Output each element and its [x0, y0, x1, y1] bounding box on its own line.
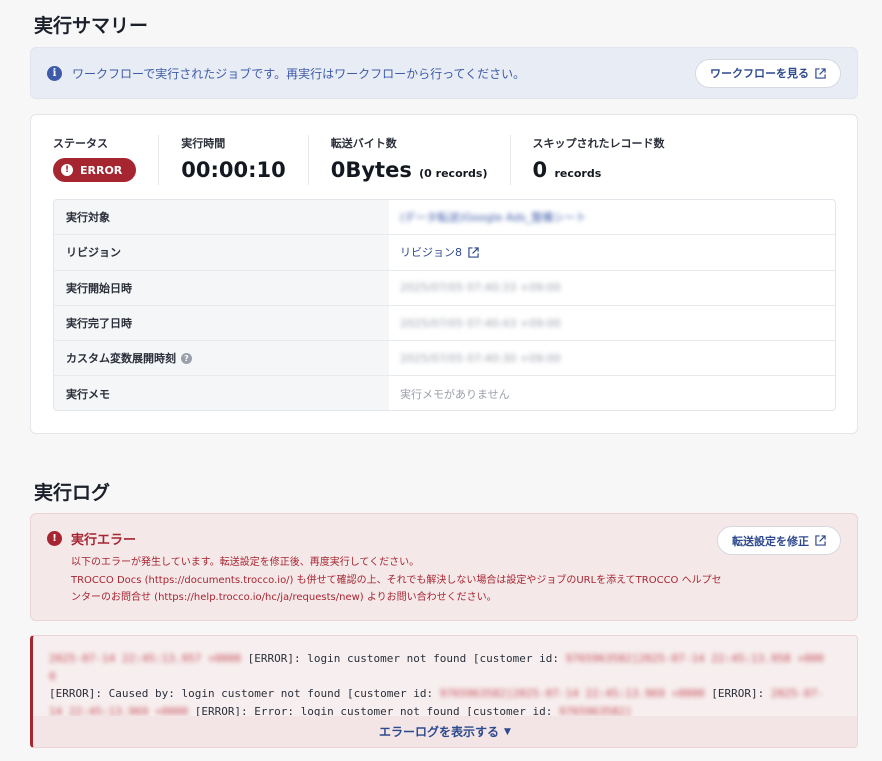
- bytes-value-wrap: 0Bytes (0 records): [331, 157, 488, 187]
- table-row: リビジョン リビジョン8: [54, 235, 835, 271]
- table-row: 実行完了日時 2025/07/05 07:40:43 +09:00: [54, 305, 835, 342]
- info-icon: i: [47, 65, 62, 81]
- table-row: カスタム変数展開時刻? 2025/07/05 07:40:30 +09:00: [54, 341, 835, 377]
- error-line-1: 以下のエラーが発生しています。転送設定を修正後、再度実行してください。: [71, 557, 420, 568]
- status-value: ERROR: [80, 163, 123, 177]
- detail-key: 実行メモ: [54, 376, 389, 410]
- help-icon[interactable]: ?: [181, 352, 192, 364]
- skipped-unit: records: [554, 167, 602, 180]
- table-row: 実行開始日時 2025/07/05 07:40:33 +09:00: [54, 270, 835, 306]
- stat-skipped: スキップされたレコード数 0 records: [533, 135, 687, 185]
- bytes-records: (0 records): [419, 167, 488, 180]
- end-time-value: 2025/07/05 07:40:43 +09:00: [400, 316, 561, 330]
- error-line-2: TROCCO Docs (https://documents.trocco.io…: [71, 574, 722, 604]
- log-message: [ERROR]: login customer not found [custo…: [241, 652, 566, 665]
- table-row: 実行対象 (データ転送)Google Ads_整備シート: [54, 200, 835, 236]
- info-banner: i ワークフローで実行されたジョブです。再実行はワークフローから行ってください。…: [30, 47, 858, 99]
- target-link[interactable]: (データ転送)Google Ads_整備シート: [400, 209, 586, 225]
- duration-value: 00:00:10: [181, 158, 286, 182]
- detail-key: カスタム変数展開時刻?: [54, 341, 389, 376]
- bytes-label: 転送バイト数: [330, 137, 397, 150]
- view-workflow-button[interactable]: ワークフローを見る: [695, 58, 841, 88]
- log-message: [ERROR]: Caused by: login customer not f…: [49, 687, 440, 700]
- custom-var-time-value: 2025/07/05 07:40:30 +09:00: [400, 351, 561, 365]
- detail-key: 実行完了日時: [54, 305, 389, 341]
- stat-status: ステータス ! ERROR: [53, 135, 160, 185]
- chevron-down-icon: ▼: [504, 726, 511, 737]
- revision-label: リビジョン8: [400, 246, 462, 260]
- skipped-value-wrap: 0 records: [533, 157, 665, 187]
- view-workflow-label: ワークフローを見る: [710, 67, 809, 80]
- detail-key-label: カスタム変数展開時刻: [66, 352, 176, 366]
- external-link-icon: [815, 535, 826, 546]
- status-label: ステータス: [53, 137, 108, 150]
- summary-title: 実行サマリー: [34, 15, 149, 37]
- external-link-icon: [815, 67, 826, 79]
- duration-label: 実行時間: [181, 137, 226, 150]
- bytes-value: 0Bytes: [330, 158, 412, 182]
- details-table: 実行対象 (データ転送)Google Ads_整備シート リビジョン リビジョン…: [53, 199, 836, 411]
- detail-key: リビジョン: [54, 235, 389, 270]
- error-body: 以下のエラーが発生しています。転送設定を修正後、再度実行してください。 TROC…: [71, 554, 731, 607]
- start-time-value: 2025/07/05 07:40:33 +09:00: [400, 281, 561, 295]
- show-log-label: エラーログを表示する: [379, 725, 500, 739]
- error-banner: ! 実行エラー 以下のエラーが発生しています。転送設定を修正後、再度実行してくだ…: [30, 513, 858, 621]
- external-link-icon: [468, 247, 479, 258]
- log-id: 9765963582]2025-07-14 22:45:13.969 +0000: [439, 687, 705, 700]
- detail-key: 実行開始日時: [54, 270, 389, 305]
- detail-key: 実行対象: [54, 200, 389, 235]
- status-badge: ! ERROR: [53, 158, 137, 182]
- revision-link[interactable]: リビジョン8: [400, 244, 479, 260]
- log-text: 2025-07-14 22:45:13.957 +0000 [ERROR]: l…: [49, 650, 824, 720]
- fix-config-button[interactable]: 転送設定を修正: [717, 526, 841, 555]
- table-row: 実行メモ 実行メモがありません: [54, 376, 835, 410]
- log-timestamp: 2025-07-14 22:45:13.957 +0000: [49, 652, 242, 665]
- show-log-button[interactable]: エラーログを表示する ▼: [33, 716, 857, 747]
- error-icon: !: [61, 164, 73, 176]
- memo-value: 実行メモがありません: [400, 388, 510, 402]
- skipped-value: 0: [532, 158, 548, 182]
- error-title: 実行エラー: [71, 533, 137, 548]
- log-title: 実行ログ: [34, 482, 111, 504]
- stats-row: ステータス ! ERROR 実行時間 00:00:10 転送バイト数 0Byte…: [53, 135, 709, 185]
- fix-config-label: 転送設定を修正: [732, 534, 809, 548]
- skipped-label: スキップされたレコード数: [532, 137, 665, 150]
- log-box[interactable]: 2025-07-14 22:45:13.957 +0000 [ERROR]: l…: [30, 635, 858, 748]
- stat-duration: 実行時間 00:00:10: [181, 135, 309, 185]
- info-text: ワークフローで実行されたジョブです。再実行はワークフローから行ってください。: [72, 66, 526, 81]
- log-message: [ERROR]:: [704, 687, 771, 700]
- error-icon: !: [47, 531, 62, 546]
- summary-card: ステータス ! ERROR 実行時間 00:00:10 転送バイト数 0Byte…: [30, 114, 858, 434]
- stat-bytes: 転送バイト数 0Bytes (0 records): [331, 135, 511, 185]
